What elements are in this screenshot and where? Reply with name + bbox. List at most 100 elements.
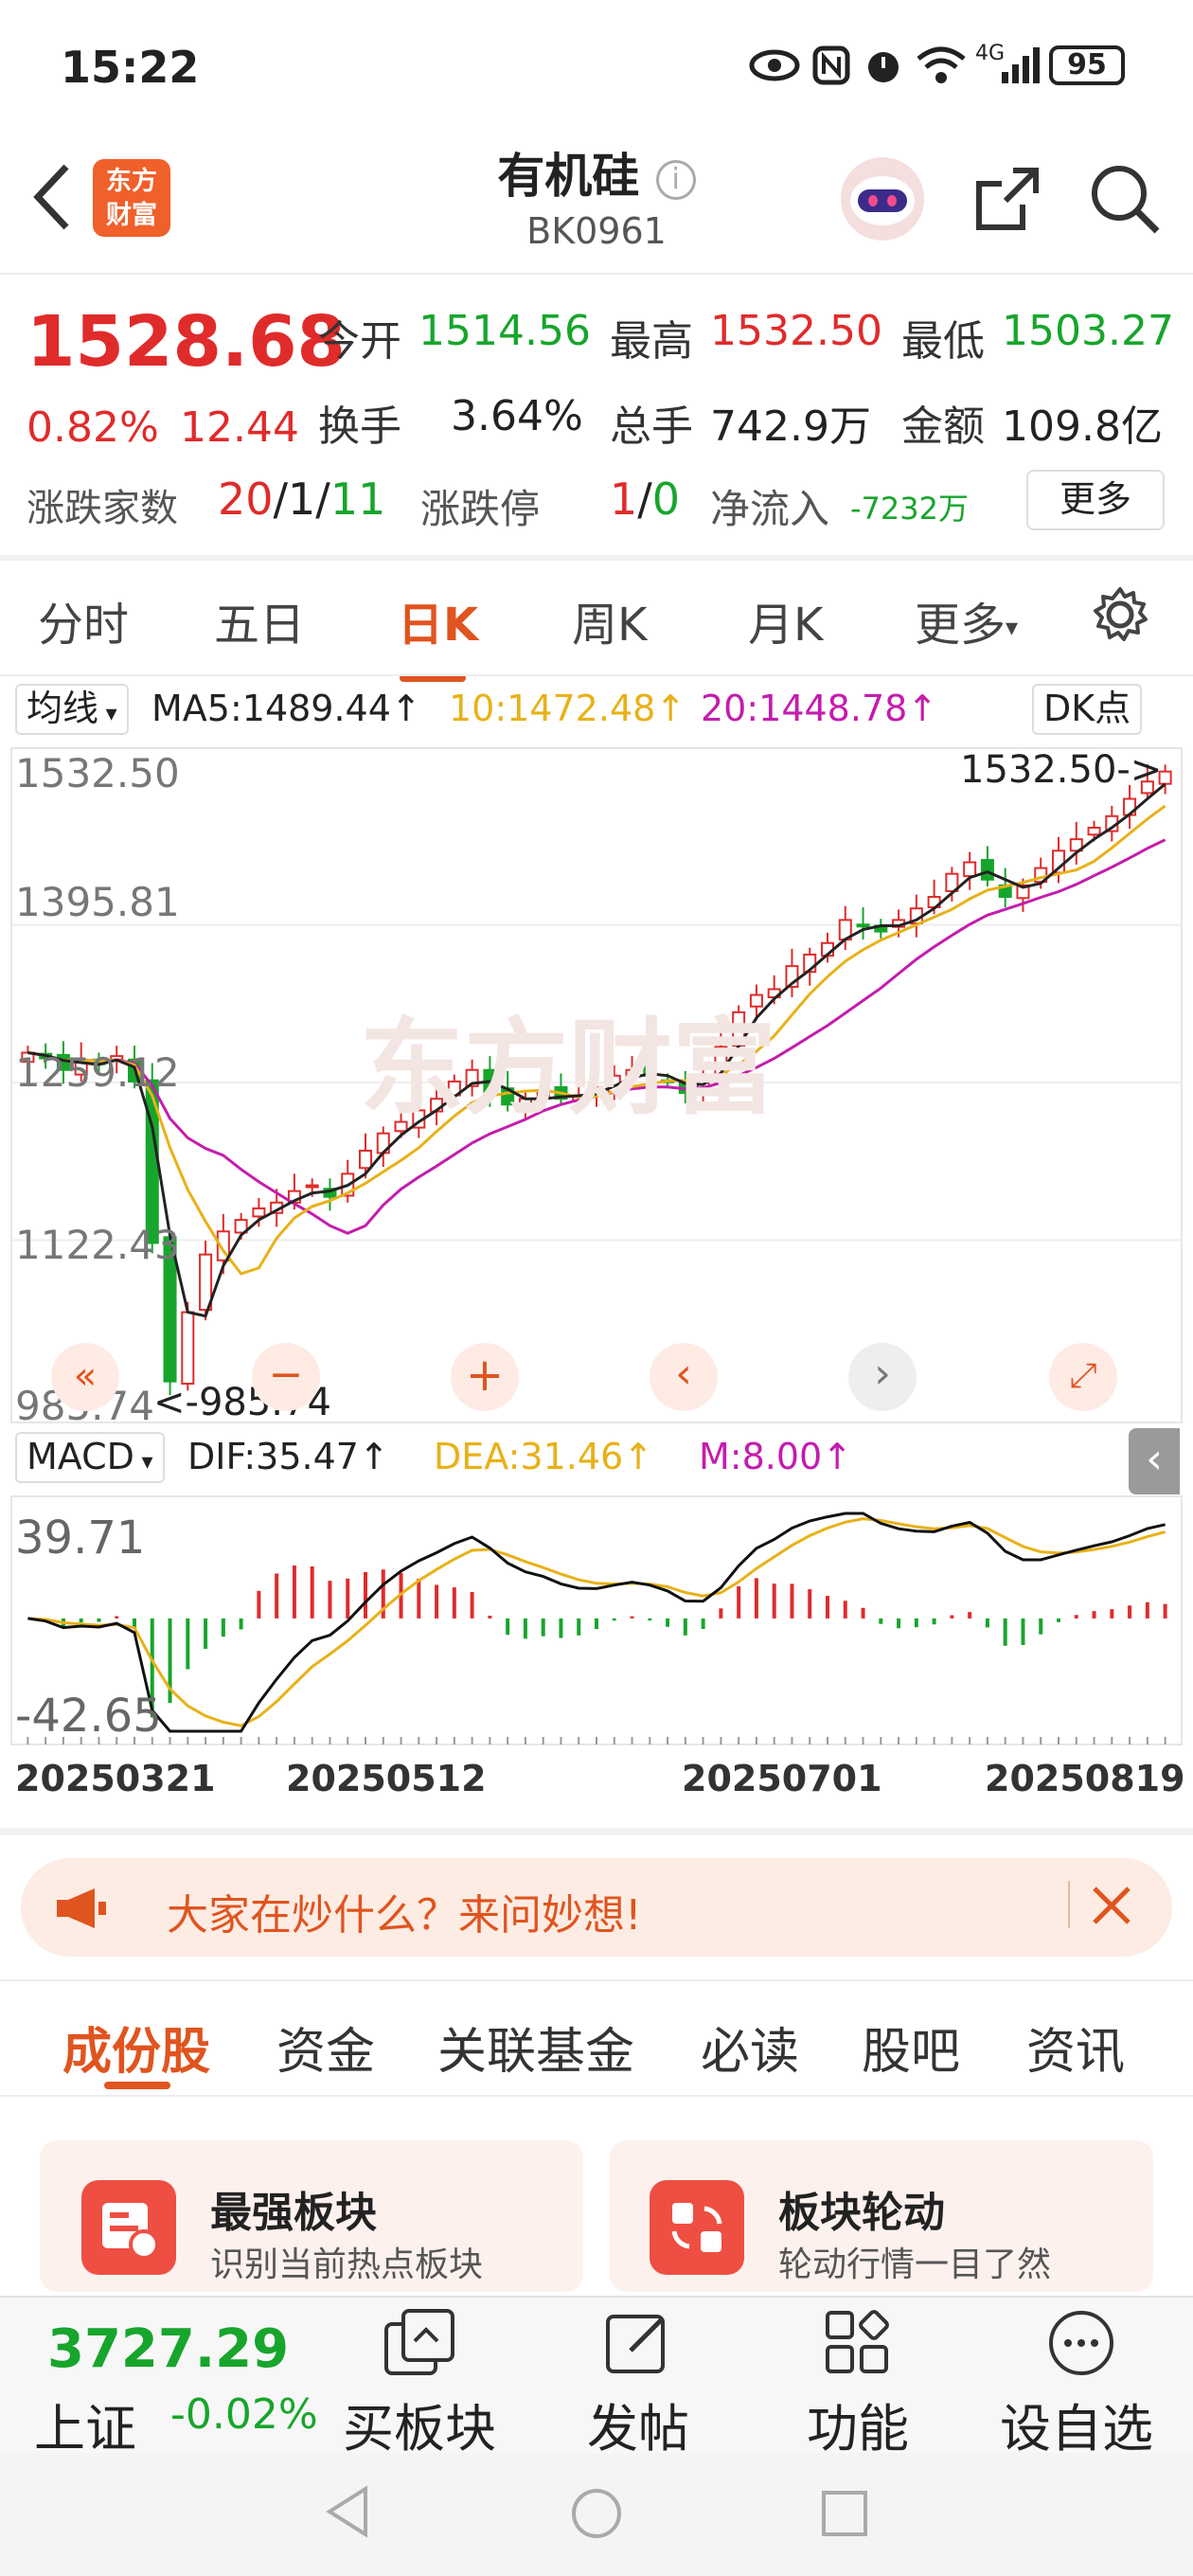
tab-monthly-k[interactable]: 月K <box>748 587 823 653</box>
tab-five-day[interactable]: 五日 <box>214 587 305 653</box>
y-label-2: 1395.81 <box>15 879 180 925</box>
nav-buy-sector[interactable]: 买板块 <box>343 2387 496 2461</box>
card-rotation-title: 板块轮动 <box>778 2189 945 2237</box>
section-tabs-divider <box>0 2095 1193 2097</box>
more-dots-icon[interactable] <box>1045 2307 1117 2383</box>
indicator-selector[interactable]: MACD ▾ <box>15 1432 165 1483</box>
card-strongest-subtitle: 识别当前热点板块 <box>210 2245 484 2284</box>
indicator-selector-label: MACD <box>27 1436 134 1477</box>
netflow-value: -7232万 <box>850 491 969 527</box>
amount-value: 109.8亿 <box>1002 402 1163 451</box>
search-icon[interactable] <box>1087 161 1163 241</box>
date-label-1: 20250321 <box>15 1758 216 1799</box>
tab-forum[interactable]: 股吧 <box>862 2012 960 2083</box>
eye-icon <box>748 44 801 87</box>
banner-separator <box>1068 1881 1070 1928</box>
candle-body <box>252 1207 266 1218</box>
scroll-right-icon[interactable]: › <box>848 1343 917 1411</box>
limit-down: 0 <box>651 474 681 525</box>
index-value[interactable]: 3727.29 <box>47 2318 289 2380</box>
limit-sep: / <box>637 474 652 525</box>
index-name[interactable]: 上证 <box>34 2387 136 2461</box>
battery-indicator: 95 <box>1049 45 1125 85</box>
candle-body <box>358 1150 373 1170</box>
tab-more[interactable]: 更多▾ <box>915 587 1018 653</box>
close-icon[interactable] <box>1087 1881 1136 1934</box>
tab-more-label: 更多 <box>915 599 1006 652</box>
functions-icon[interactable] <box>822 2307 894 2383</box>
banner-divider <box>0 1979 1193 1981</box>
breadth-label: 涨跌家数 <box>27 487 178 530</box>
tab-daily-k[interactable]: 日K <box>398 587 478 653</box>
quote-divider <box>0 555 1193 561</box>
date-label-2: 20250512 <box>286 1758 487 1799</box>
info-icon[interactable]: i <box>655 159 696 200</box>
nav-watchlist[interactable]: 设自选 <box>1000 2387 1153 2461</box>
scroll-left-icon[interactable]: ‹ <box>650 1343 718 1411</box>
tab-related-funds[interactable]: 关联基金 <box>437 2012 634 2083</box>
breadth-up: 20 <box>218 474 274 525</box>
dnd-icon <box>862 44 905 87</box>
tabs-divider <box>0 674 1193 676</box>
nav-post[interactable]: 发帖 <box>587 2387 689 2461</box>
last-price: 1528.68 <box>27 301 347 383</box>
status-bar: 15:22 4G 95 <box>0 0 1193 133</box>
limit-label: 涨跌停 <box>420 486 541 532</box>
dk-button-label: DK点 <box>1043 688 1131 729</box>
card-rotation-subtitle: 轮动行情一目了然 <box>778 2245 1052 2284</box>
chart-watermark: 东方财富 <box>360 1008 776 1129</box>
tab-intraday[interactable]: 分时 <box>38 587 129 653</box>
candle-body <box>305 1184 319 1189</box>
candle-body <box>749 993 763 1008</box>
nav-home-icon[interactable] <box>568 2485 625 2546</box>
breadth-values: 20/1/11 <box>218 474 385 525</box>
nav-back-icon[interactable] <box>322 2483 375 2544</box>
caret-down-icon: ▾ <box>134 1448 153 1475</box>
dif-value: DIF:35.47↑ <box>187 1436 389 1477</box>
zoom-in-icon[interactable]: + <box>451 1343 519 1411</box>
assistant-avatar[interactable] <box>841 157 924 241</box>
chart-divider <box>0 1828 1193 1835</box>
ma5-value: MA5:1489.44↑ <box>151 688 421 729</box>
candle-body <box>856 923 870 928</box>
candle-body <box>980 859 994 881</box>
buy-sector-icon[interactable] <box>379 2307 458 2383</box>
y-label-4: 1122.43 <box>15 1222 180 1268</box>
tab-weekly-k[interactable]: 周K <box>572 587 647 653</box>
post-icon[interactable] <box>602 2307 674 2383</box>
share-icon[interactable] <box>970 161 1045 241</box>
nav-functions[interactable]: 功能 <box>807 2387 909 2461</box>
netflow-label: 净流入 <box>710 486 830 532</box>
ma-selector[interactable]: 均线 ▾ <box>15 684 129 735</box>
status-time: 15:22 <box>61 42 200 93</box>
tab-funds-flow[interactable]: 资金 <box>276 2012 375 2083</box>
breadth-flat: /1/ <box>273 474 330 525</box>
card-strongest-title: 最强板块 <box>210 2189 377 2237</box>
tab-news[interactable]: 资讯 <box>1026 2012 1125 2083</box>
breadth-down: 11 <box>329 474 386 525</box>
fullscreen-icon[interactable]: ⤢ <box>1049 1343 1117 1411</box>
dk-button[interactable]: DK点 <box>1032 684 1143 735</box>
ma20-value: 20:1448.78↑ <box>701 688 938 729</box>
tab-must-read[interactable]: 必读 <box>701 2012 799 2083</box>
open-label: 今开 <box>318 317 401 366</box>
limit-values: 1/0 <box>610 474 680 525</box>
nav-recents-icon[interactable] <box>818 2487 871 2544</box>
macd-chart <box>10 1495 1183 1745</box>
ai-banner-text: 大家在炒什么？来问妙想! <box>167 1891 642 1940</box>
megaphone-icon <box>53 1885 110 1936</box>
ma-selector-label: 均线 <box>27 688 99 729</box>
settings-icon[interactable] <box>1089 583 1151 650</box>
high-marker: 1532.50-> <box>960 748 1163 792</box>
tab-constituents[interactable]: 成份股 <box>62 2012 210 2083</box>
m-value: M:8.00↑ <box>699 1436 853 1477</box>
page-title-text: 有机硅 <box>497 149 640 204</box>
amount-label: 金额 <box>901 402 985 451</box>
collapse-panel-icon[interactable]: ‹ <box>1129 1428 1180 1494</box>
zoom-out-icon[interactable]: − <box>252 1343 320 1411</box>
open-value: 1514.56 <box>418 307 591 355</box>
caret-down-icon: ▾ <box>1006 614 1019 642</box>
quote-more-button[interactable]: 更多 <box>1026 470 1165 530</box>
rewind-icon[interactable]: « <box>51 1343 119 1411</box>
macd-y-bottom: -42.65 <box>15 1690 162 1743</box>
